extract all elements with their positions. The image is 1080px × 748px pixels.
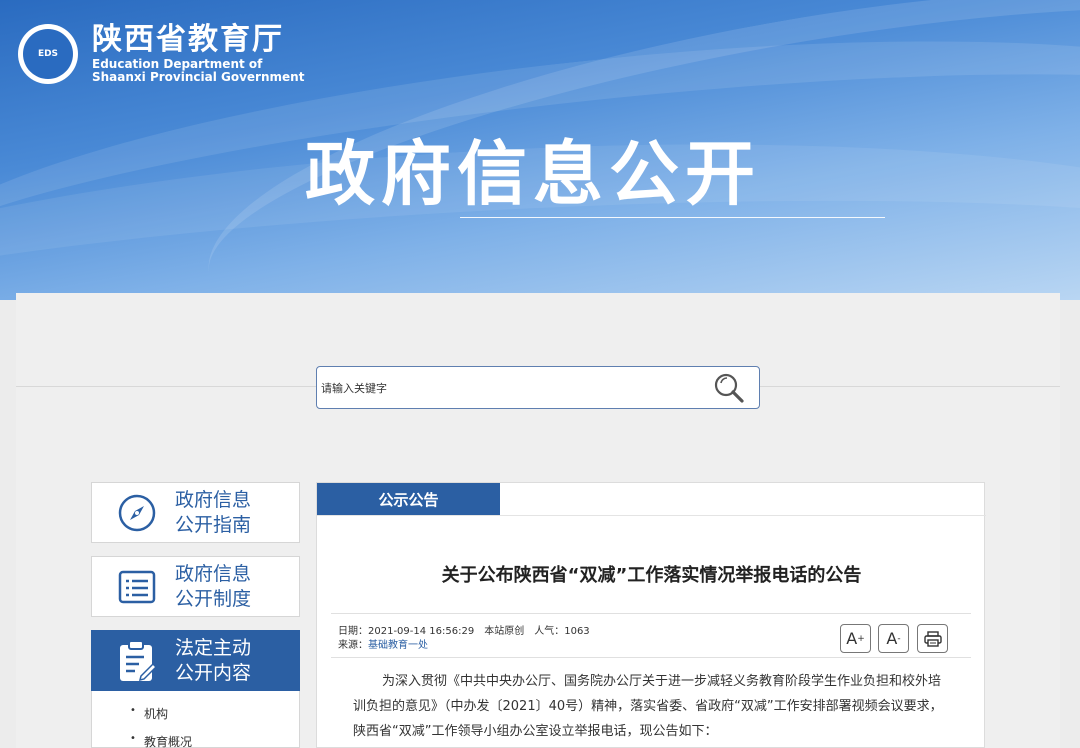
article-body: 为深入贯彻《中共中央办公厅、国务院办公厅关于进一步减轻义务教育阶段学生作业负担和… [353,669,963,744]
sidebar-sub-list: 机构 教育概况 [91,691,300,748]
print-icon [923,630,942,647]
body-line: 训负担的意见》（中办发〔2021〕40号）精神，落实省委、省政府“双减”工作安排… [353,699,943,714]
sidebar-item-label: 政府信息 公开指南 [175,488,252,536]
search-input[interactable] [321,379,701,397]
font-increase-button[interactable]: A + [840,624,871,653]
source-link[interactable]: 基础教育一处 [368,640,428,651]
font-decrease-label: A [886,629,898,648]
minus-icon: - [897,633,901,644]
article-panel: 公示公告 关于公布陕西省“双减”工作落实情况举报电话的公告 日期：2021-09… [316,482,986,748]
site-name-en-line2: Shaanxi Provincial Government [92,70,305,84]
sidebar-item-label: 法定主动 公开内容 [175,636,252,684]
site-name-cn: 陕西省教育厅 [92,22,284,57]
font-increase-label: A [846,629,858,648]
department-logo[interactable]: EDS [18,24,78,84]
compass-icon [117,493,157,533]
clipboard-edit-icon [117,639,157,681]
sidebar-sub-item-org[interactable]: 机构 [130,705,168,722]
meta-date-line: 日期：2021-09-14 16:56:29 本站原创 人气：1063 [338,622,590,637]
list-document-icon [117,567,157,607]
views-value: 1063 [564,626,590,637]
source-label: 来源： [338,640,368,651]
sidebar-item-statutory-content[interactable]: 法定主动 公开内容 [91,630,300,691]
site-title[interactable]: 陕西省教育厅 Education Department of Shaanxi P… [92,22,304,84]
body-line: 陕西省“双减”工作领导小组办公室设立举报电话，现公告如下： [353,724,718,739]
origin-text: 本站原创 [484,626,525,637]
body-line: 为深入贯彻《中共中央办公厅、国务院办公厅关于进一步减轻义务教育阶段学生作业负担和… [382,674,942,689]
sidebar-sub-item-overview[interactable]: 教育概况 [130,733,192,748]
font-decrease-button[interactable]: A- [878,624,909,653]
search-box [316,366,760,409]
hero-underline [460,217,885,218]
search-icon [714,373,744,403]
search-button[interactable] [710,371,750,405]
article-meta-bar: 日期：2021-09-14 16:56:29 本站原创 人气：1063 来源：基础教… [331,613,971,658]
logo-text: EDS [37,49,59,59]
sidebar-item-disclosure-guide[interactable]: 政府信息 公开指南 [91,482,300,543]
logo-emblem: EDS [23,29,73,79]
tab-announcements[interactable]: 公示公告 [317,483,500,515]
hero-title: 政府信息公开 [305,133,761,215]
sidebar-item-label: 政府信息 公开制度 [175,562,252,610]
plus-icon: + [857,633,865,644]
tab-divider [317,515,986,516]
meta-source-line: 来源：基础教育一处 [338,636,428,651]
views-label: 人气： [534,626,565,637]
article-title: 关于公布陕西省“双减”工作落实情况举报电话的公告 [441,565,862,586]
sidebar-item-disclosure-system[interactable]: 政府信息 公开制度 [91,556,300,617]
print-button[interactable] [917,624,948,653]
